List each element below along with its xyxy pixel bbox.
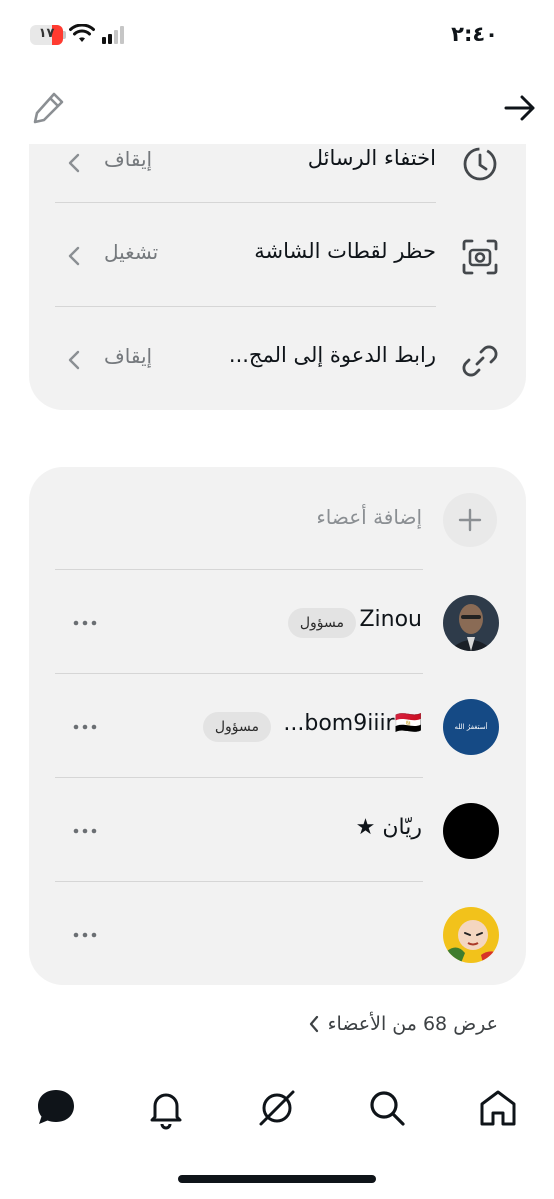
- show-all-label: عرض 68 من الأعضاء: [327, 1013, 498, 1035]
- admin-badge: مسؤول: [287, 608, 356, 638]
- home-indicator: [178, 1175, 376, 1183]
- settings-row-title: اختفاء الرسائل: [307, 146, 436, 170]
- member-row[interactable]: ريّان ★: [29, 778, 526, 882]
- battery-tip: [63, 31, 66, 39]
- screenshot-camera-icon: [462, 239, 498, 275]
- chevron-left-icon: [309, 1015, 318, 1033]
- member-name: ...bom9iiir🇪🇬: [283, 711, 422, 736]
- tab-bar: [0, 1070, 554, 1150]
- cellular-signal-icon: [102, 26, 124, 44]
- plus-icon: [458, 508, 482, 532]
- group-settings-card: اختفاء الرسائل إيقاف حظر لقطات الشاشة تش…: [29, 110, 526, 410]
- settings-row-value: تشغيل: [104, 240, 159, 264]
- chevron-left-icon: [68, 246, 80, 266]
- show-all-members-link[interactable]: عرض 68 من الأعضاء: [308, 1013, 498, 1035]
- add-circle: [443, 493, 497, 547]
- arrow-right-icon[interactable]: [502, 90, 538, 126]
- admin-badge: مسؤول: [202, 712, 271, 742]
- battery-icon: ١٧: [30, 25, 63, 45]
- header: [0, 70, 554, 144]
- settings-row-invite-link[interactable]: رابط الدعوة إلى المج... إيقاف: [29, 307, 526, 411]
- status-time: ٢:٤٠: [451, 22, 498, 46]
- member-name: Zinou: [359, 607, 422, 632]
- avatar: [443, 907, 499, 963]
- settings-row-value: إيقاف: [104, 147, 153, 171]
- status-bar: ٢:٤٠ ١٧: [0, 0, 554, 70]
- member-row[interactable]: أستغفرُ الله ...bom9iiir🇪🇬 مسؤول: [29, 674, 526, 778]
- settings-row-screenshot-block[interactable]: حظر لقطات الشاشة تشغيل: [29, 203, 526, 307]
- pencil-icon[interactable]: [30, 88, 68, 126]
- settings-row-title: رابط الدعوة إلى المج...: [228, 343, 436, 367]
- chevron-left-icon: [68, 153, 80, 173]
- member-row[interactable]: [29, 882, 526, 986]
- link-icon: [462, 345, 498, 377]
- settings-row-title: حظر لقطات الشاشة: [254, 239, 436, 263]
- slashed-circle-icon[interactable]: [255, 1086, 299, 1130]
- chevron-left-icon: [68, 350, 80, 370]
- member-name: ريّان ★: [355, 815, 422, 840]
- bell-icon[interactable]: [144, 1086, 188, 1130]
- avatar: [443, 595, 499, 651]
- avatar-text: أستغفرُ الله: [454, 723, 488, 731]
- settings-row-value: إيقاف: [104, 344, 153, 368]
- avatar: أستغفرُ الله: [443, 699, 499, 755]
- member-row[interactable]: Zinou مسؤول: [29, 570, 526, 674]
- more-options-icon[interactable]: [72, 818, 98, 844]
- search-icon[interactable]: [365, 1086, 409, 1130]
- wifi-icon: [69, 24, 95, 42]
- home-icon[interactable]: [476, 1086, 520, 1130]
- members-card: إضافة أعضاء Zinou مسؤول أستغفرُ الله ...…: [29, 467, 526, 985]
- add-members-row[interactable]: إضافة أعضاء: [29, 467, 526, 571]
- more-options-icon[interactable]: [72, 922, 98, 948]
- timer-icon: [463, 147, 497, 181]
- more-options-icon[interactable]: [72, 714, 98, 740]
- battery-level: ١٧: [38, 26, 55, 41]
- more-options-icon[interactable]: [72, 610, 98, 636]
- add-members-label: إضافة أعضاء: [316, 505, 422, 529]
- avatar: [443, 803, 499, 859]
- chat-bubble-icon[interactable]: [34, 1086, 78, 1130]
